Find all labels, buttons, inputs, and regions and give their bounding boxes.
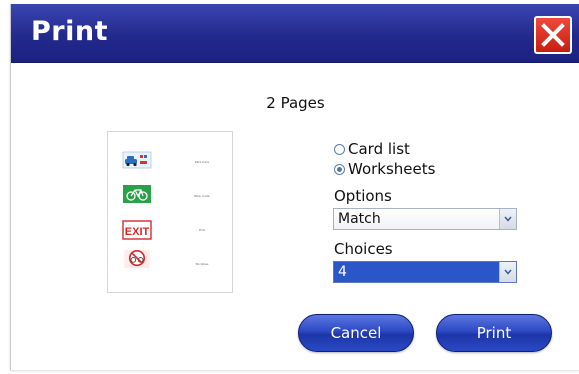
choices-label: Choices	[334, 240, 393, 258]
choices-select[interactable]: 4	[333, 261, 517, 283]
radio-label: Card list	[348, 140, 410, 158]
options-dropdown-arrow[interactable]	[499, 209, 516, 229]
radio-card-list[interactable]: Card list	[334, 139, 435, 159]
dialog-title: Print	[31, 16, 108, 47]
radio-worksheets[interactable]: Worksheets	[334, 159, 435, 179]
chevron-down-icon	[504, 269, 512, 275]
close-button[interactable]	[534, 16, 572, 54]
bicycle-sign-icon	[123, 185, 151, 203]
print-dialog: Print 2 Pages Park here Bike route EXIT	[10, 4, 579, 370]
preview-label: Bike route	[194, 195, 210, 198]
title-bar: Print	[11, 4, 579, 63]
close-icon	[541, 23, 565, 47]
preview-label: No bikes	[195, 263, 209, 266]
svg-text:EXIT: EXIT	[125, 226, 150, 238]
chevron-down-icon	[504, 216, 512, 222]
radio-button[interactable]	[334, 143, 345, 155]
page-count-label: 2 Pages	[266, 94, 325, 112]
print-preview: Park here Bike route EXIT Exit No bikes	[107, 131, 233, 293]
radio-label: Worksheets	[348, 160, 436, 178]
cancel-button[interactable]: Cancel	[298, 314, 414, 352]
no-bicycles-sign-icon	[124, 249, 150, 269]
car-park-sign-icon	[122, 151, 152, 169]
options-value: Match	[338, 211, 381, 227]
radio-button[interactable]	[334, 163, 345, 175]
print-button[interactable]: Print	[436, 314, 552, 352]
format-radio-group: Card list Worksheets	[334, 139, 435, 179]
preview-label: Exit	[199, 229, 205, 232]
choices-value: 4	[338, 264, 347, 280]
options-select[interactable]: Match	[333, 208, 517, 230]
exit-sign-icon: EXIT	[122, 220, 152, 240]
choices-dropdown-arrow[interactable]	[499, 262, 516, 282]
options-label: Options	[334, 187, 392, 205]
preview-label: Park here	[194, 161, 210, 164]
